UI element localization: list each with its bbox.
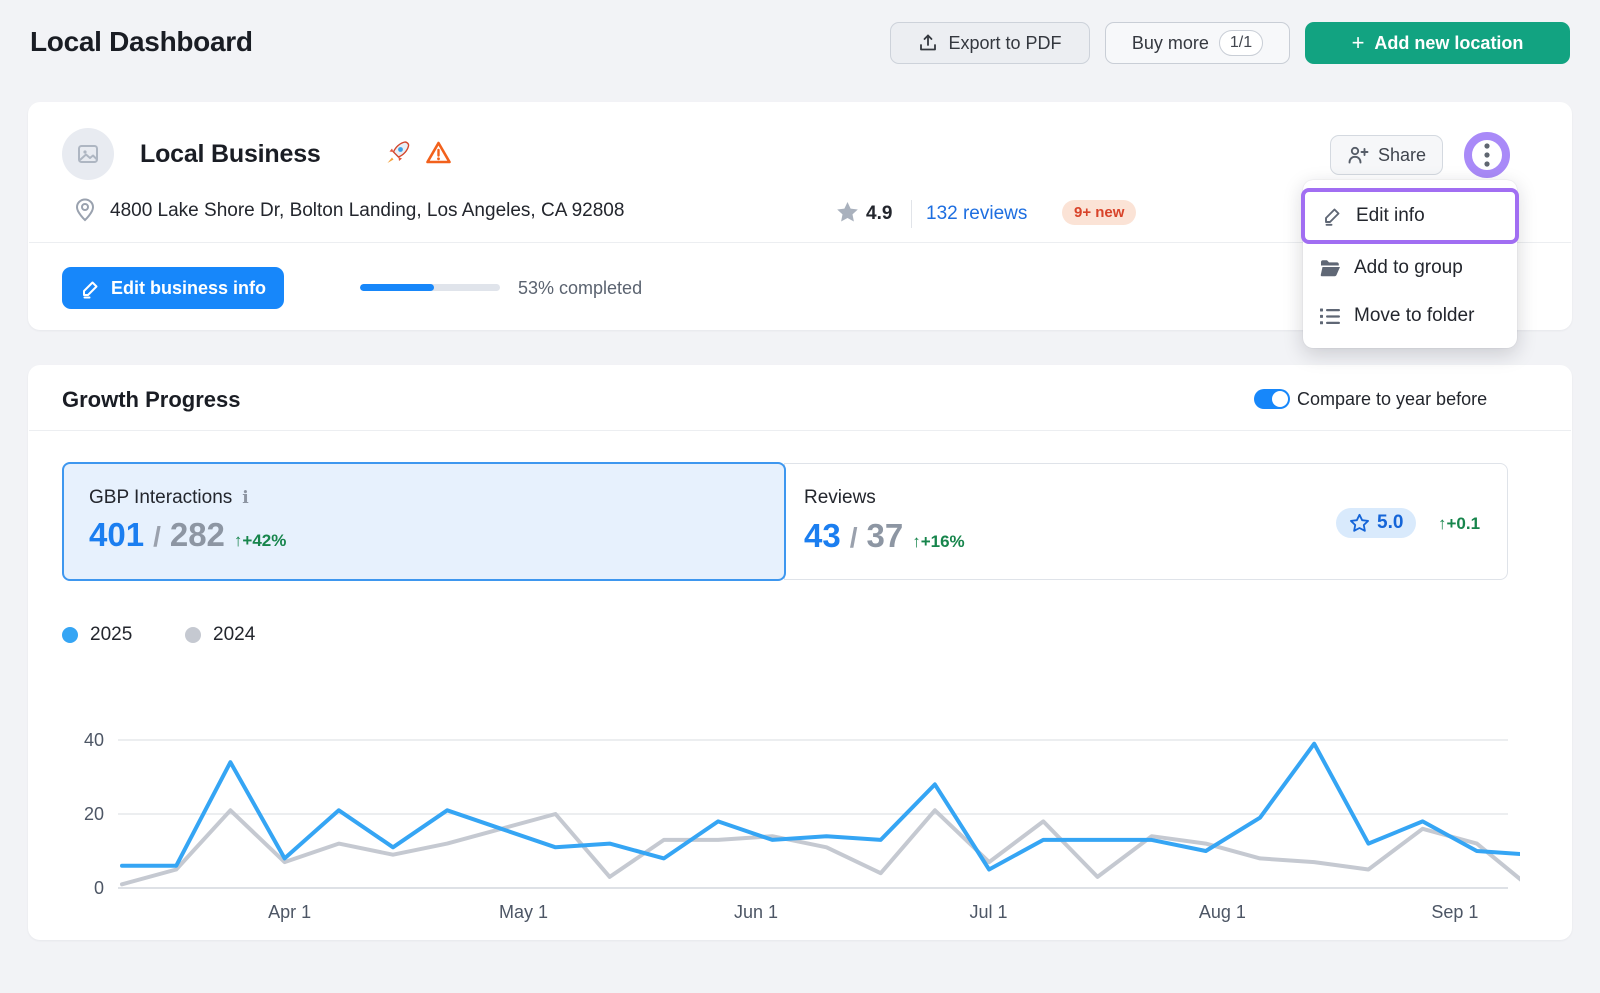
- completion-label: 53% completed: [518, 278, 642, 299]
- legend-item-2024[interactable]: 2024: [185, 624, 255, 646]
- reviews-previous-value: 37: [867, 517, 904, 555]
- pencil-icon: [80, 278, 101, 299]
- svg-text:Sep 1: Sep 1: [1431, 902, 1478, 922]
- edit-business-info-button[interactable]: Edit business info: [62, 267, 284, 309]
- menu-item-add-to-group[interactable]: Add to group: [1303, 244, 1517, 292]
- business-avatar: [62, 128, 114, 180]
- svg-text:Apr 1: Apr 1: [268, 902, 311, 922]
- add-new-location-button[interactable]: + Add new location: [1305, 22, 1570, 64]
- kebab-menu-button[interactable]: [1464, 132, 1510, 178]
- reviews-current-value: 43: [804, 517, 841, 555]
- reviews-link[interactable]: 132 reviews: [926, 203, 1027, 225]
- svg-text:Jun 1: Jun 1: [734, 902, 778, 922]
- metric-card-reviews[interactable]: Reviews 43 / 37 ↑+16% 5.0 ↑+0.1: [784, 463, 1508, 580]
- share-person-icon: [1347, 145, 1369, 165]
- legend-dot-2025: [62, 627, 78, 643]
- gbp-previous-value: 282: [170, 516, 225, 554]
- location-pin-icon: [73, 197, 97, 228]
- legend-dot-2024: [185, 627, 201, 643]
- completion-progress-fill: [360, 284, 434, 291]
- business-address: 4800 Lake Shore Dr, Bolton Landing, Los …: [110, 200, 624, 222]
- info-icon[interactable]: i: [242, 488, 248, 508]
- reviews-delta: ↑+16%: [912, 532, 964, 552]
- svg-text:Aug 1: Aug 1: [1199, 902, 1246, 922]
- export-pdf-button[interactable]: Export to PDF: [890, 22, 1090, 64]
- star-icon: [836, 201, 859, 228]
- svg-text:May 1: May 1: [499, 902, 548, 922]
- section-divider: [29, 430, 1571, 431]
- growth-chart: 0 20 40 Apr 1 May 1 Jun 1 Jul 1 Aug 1 Sep 1: [60, 690, 1520, 930]
- completion-progress-bar: [360, 284, 500, 291]
- compare-toggle-label: Compare to year before: [1297, 389, 1487, 410]
- edit-pencil-icon: [1321, 205, 1343, 227]
- legend-item-2025[interactable]: 2025: [62, 624, 132, 646]
- plus-icon: +: [1352, 32, 1365, 54]
- list-icon: [1319, 306, 1341, 326]
- image-icon: [76, 142, 100, 166]
- svg-text:20: 20: [84, 804, 104, 824]
- divider: [911, 200, 912, 228]
- folder-icon: [1319, 258, 1341, 278]
- svg-text:40: 40: [84, 730, 104, 750]
- edit-info-annotation: Edit info: [1301, 188, 1519, 244]
- svg-text:Jul 1: Jul 1: [970, 902, 1008, 922]
- toggle-knob: [1272, 391, 1288, 407]
- compare-toggle[interactable]: [1254, 389, 1290, 409]
- export-icon: [918, 33, 938, 53]
- kebab-icon: [1483, 142, 1491, 168]
- buy-more-count-badge: 1/1: [1219, 30, 1263, 56]
- buy-more-button[interactable]: Buy more 1/1: [1105, 22, 1290, 64]
- rocket-icon: [383, 138, 413, 173]
- business-name: Local Business: [140, 140, 321, 169]
- growth-progress-title: Growth Progress: [62, 387, 240, 413]
- menu-item-edit-info[interactable]: Edit info: [1305, 192, 1515, 240]
- kebab-dropdown-menu: Edit info Add to group Move to folder: [1303, 180, 1517, 348]
- gbp-current-value: 401: [89, 516, 144, 554]
- rating-value: 4.9: [866, 203, 892, 225]
- metric-card-gbp-interactions[interactable]: GBP Interactions i 401 / 282 ↑+42%: [62, 462, 786, 581]
- rating-delta: ↑+0.1: [1438, 514, 1480, 534]
- share-button[interactable]: Share: [1330, 135, 1443, 175]
- page-title: Local Dashboard: [30, 26, 253, 58]
- new-reviews-badge: 9+ new: [1062, 200, 1136, 225]
- svg-text:0: 0: [94, 878, 104, 898]
- rating-badge: 5.0: [1336, 508, 1416, 538]
- menu-item-move-to-folder[interactable]: Move to folder: [1303, 292, 1517, 340]
- gbp-delta: ↑+42%: [234, 531, 286, 551]
- warning-icon: [425, 140, 452, 171]
- star-outline-icon: [1349, 513, 1370, 533]
